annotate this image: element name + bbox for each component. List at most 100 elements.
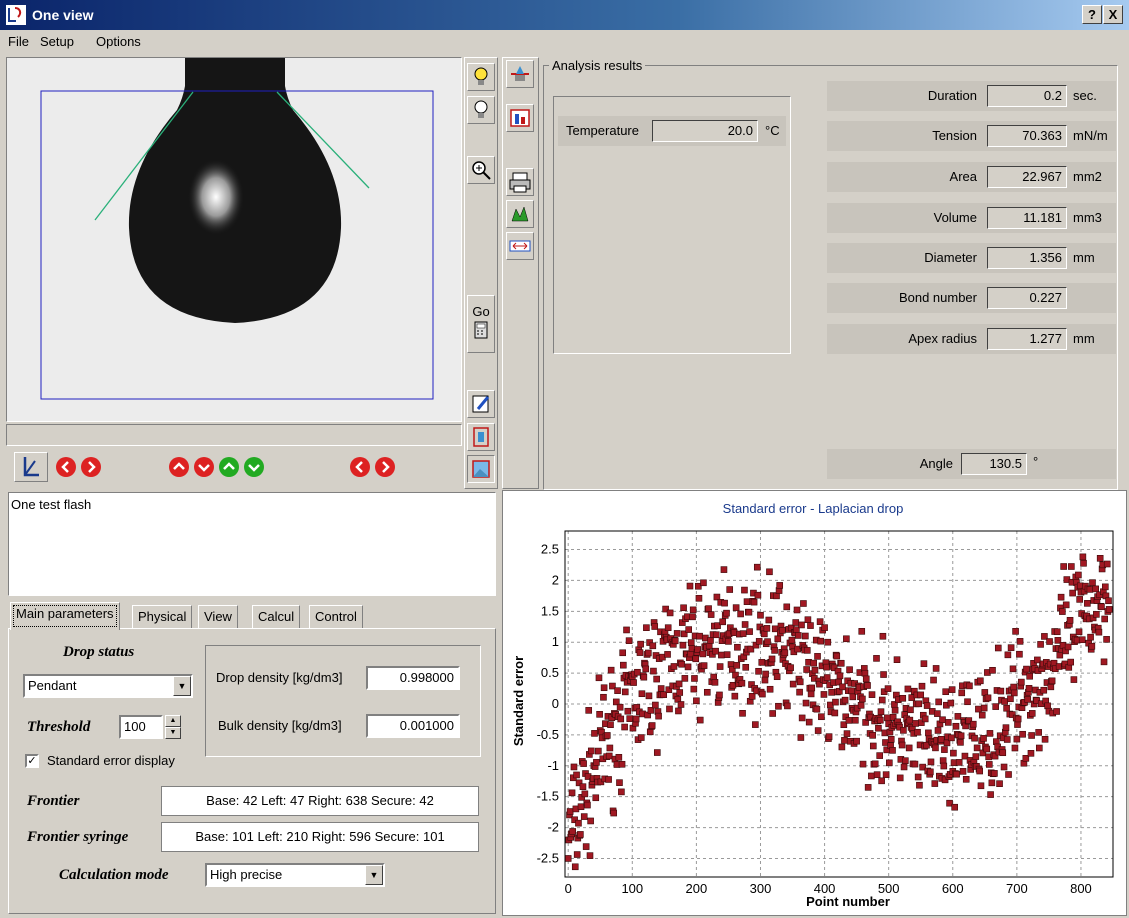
result-value: 0.2 [987,85,1067,107]
y-tick-label: 0 [552,696,559,711]
menu-setup[interactable]: Setup [40,34,74,49]
light-off-icon[interactable] [467,96,495,124]
close-button[interactable]: X [1103,5,1123,24]
menu-file[interactable]: File [8,34,29,49]
light-on-icon[interactable] [467,63,495,91]
scatter-point [831,709,839,717]
export-data-icon[interactable] [506,200,534,228]
std-error-checkbox[interactable]: ✓ [25,754,39,768]
scatter-point [1023,665,1030,673]
drop-status-select[interactable]: Pendant ▼ [23,674,193,698]
go-calculate-button[interactable]: Go [467,295,495,353]
right-arrow-icon-2[interactable] [374,456,396,478]
measure-width-icon[interactable] [506,232,534,260]
scatter-point [798,714,806,722]
chevron-down-icon[interactable]: ▼ [365,865,383,885]
scatter-point [637,734,645,741]
scatter-point [931,780,939,787]
chart-x-label: Point number [806,894,890,909]
scatter-point [653,749,661,756]
tab-main-parameters[interactable]: Main parameters [10,602,120,630]
scatter-point [864,784,872,791]
scatter-point [1014,721,1021,728]
green-up-arrow-icon[interactable] [218,456,240,478]
results-table-icon[interactable] [506,104,534,132]
print-icon[interactable] [506,168,534,196]
app-icon [6,5,26,25]
bulk-density-label: Bulk density [kg/dm3] [218,718,342,733]
calc-mode-select[interactable]: High precise ▼ [205,863,385,887]
zoom-icon[interactable] [467,156,495,184]
right-arrow-icon[interactable] [80,456,102,478]
scatter-point [675,680,683,688]
scatter-point [914,773,922,781]
result-label: Duration [927,88,977,103]
scatter-point [964,698,971,706]
plot-frame [564,530,1114,878]
syringe-drop-icon[interactable] [467,423,495,451]
scatter-point [755,638,763,645]
y-tick-label: -1 [547,758,559,773]
scatter-point [684,663,692,671]
help-button[interactable]: ? [1082,5,1102,24]
left-arrow-icon-2[interactable] [349,456,371,478]
scatter-point [752,721,759,728]
scatter-point [586,852,594,859]
scatter-point [776,582,784,589]
scatter-point [1068,563,1075,570]
scatter-point [636,649,644,656]
result-value: 0.227 [987,287,1067,309]
angle-tool-icon[interactable] [14,452,48,482]
scatter-point [996,780,1003,787]
threshold-input[interactable]: 100 [119,715,163,739]
spinner-down-icon[interactable]: ▼ [165,727,181,739]
scatter-point [957,732,965,740]
scatter-point [1002,724,1010,731]
image-scrollbar[interactable] [6,424,462,446]
scatter-point [1100,658,1108,666]
scatter-point [781,649,789,657]
scatter-point [858,628,866,635]
scatter-point [952,722,960,730]
tab-physical[interactable]: Physical [132,605,193,629]
scatter-point [624,707,632,715]
spinner-up-icon[interactable]: ▲ [165,715,181,727]
scatter-point [763,625,771,632]
menu-options[interactable]: Options [96,34,141,49]
scatter-point [1062,601,1070,609]
down-arrow-icon[interactable] [193,456,215,478]
drop-density-label: Drop density [kg/dm3] [216,670,343,685]
scatter-point [615,754,623,761]
tab-control[interactable]: Control [309,605,363,629]
y-tick-label: 1.5 [541,603,559,618]
y-tick-label: 2 [552,572,559,587]
green-down-arrow-icon[interactable] [243,456,265,478]
scatter-point [778,626,786,634]
drop-sample-icon[interactable] [506,60,534,88]
scatter-point [1059,608,1066,615]
scatter-point [573,771,580,779]
scatter-point [1098,603,1105,611]
scatter-point [585,707,593,714]
drop-density-input[interactable]: 0.998000 [366,666,460,690]
scatter-point [587,817,594,825]
chevron-down-icon[interactable]: ▼ [173,676,191,696]
scatter-point [787,664,794,671]
tab-view[interactable]: View [198,605,238,629]
bulk-density-input[interactable]: 0.001000 [366,714,460,738]
scatter-point [808,684,816,692]
scatter-point [980,735,987,742]
scatter-point [753,563,761,571]
edit-pencil-icon[interactable] [467,390,495,418]
tab-calcul[interactable]: Calcul [252,605,301,629]
image-view-icon[interactable] [467,455,495,483]
drop-camera-view[interactable] [6,57,462,422]
up-arrow-icon[interactable] [168,456,190,478]
threshold-spinner[interactable]: ▲ ▼ [165,715,181,739]
scatter-point [912,720,919,727]
scatter-point [966,682,973,690]
scatter-point [766,685,774,693]
scatter-point [950,749,957,757]
log-textarea[interactable]: One test flash [8,492,496,596]
left-arrow-icon[interactable] [55,456,77,478]
